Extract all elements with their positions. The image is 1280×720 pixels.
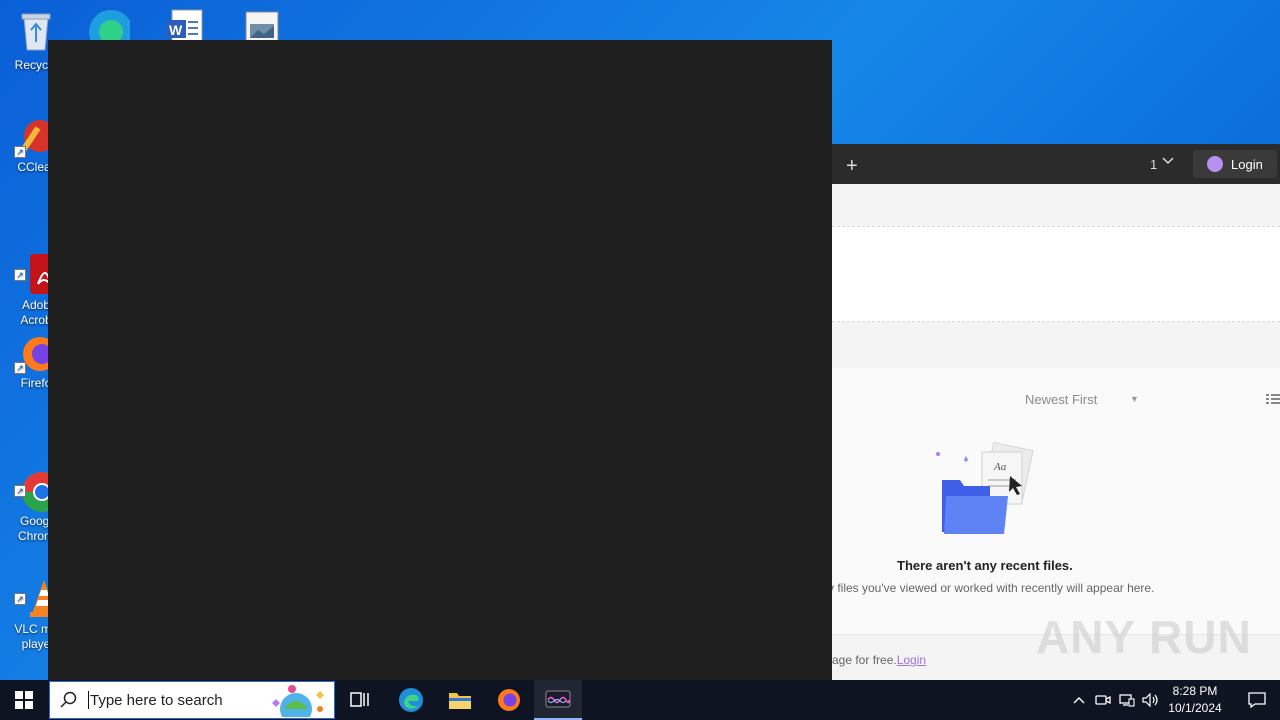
footer-login-link[interactable]: Login [897, 653, 926, 667]
dark-foreground-window[interactable] [48, 40, 832, 680]
action-center-button[interactable] [1234, 680, 1280, 720]
tab-count[interactable]: 1 [1150, 157, 1157, 172]
clock-time: 8:28 PM [1172, 684, 1218, 698]
login-button[interactable]: Login [1193, 150, 1277, 178]
empty-state-subtitle: y files you've viewed or worked with rec… [828, 581, 1155, 595]
footer-message-text: rage for free. [828, 653, 897, 667]
svg-text:Aa: Aa [993, 461, 1007, 473]
empty-folder-illustration-icon: Aa [932, 440, 1042, 540]
user-avatar-icon [1207, 156, 1223, 172]
notification-icon [1248, 692, 1266, 708]
taskbar-search-box[interactable]: Type here to search [49, 681, 335, 720]
svg-text:W: W [169, 22, 183, 38]
shortcut-arrow-icon: ↗ [14, 362, 26, 374]
file-drop-zone[interactable] [832, 226, 1280, 322]
background-app-window: + 1 Login Newest First ▼ Aa There aren't… [828, 144, 1280, 680]
new-tab-plus-icon[interactable]: + [846, 156, 858, 176]
tray-network[interactable] [1116, 680, 1138, 720]
footer-message: rage for free.Login [828, 653, 926, 667]
search-icon [50, 681, 88, 719]
taskbar-firefox-button[interactable] [485, 680, 533, 720]
toolbar-band [832, 184, 1280, 226]
network-icon [1119, 694, 1135, 707]
windows-logo-icon [15, 691, 33, 709]
taskbar-clock[interactable]: 8:28 PM 10/1/2024 [1158, 683, 1232, 717]
dropdown-arrow-icon[interactable]: ▼ [1130, 394, 1139, 404]
chevron-down-icon[interactable] [1162, 155, 1174, 170]
shortcut-arrow-icon: ↗ [14, 146, 26, 158]
meet-camera-icon [1095, 695, 1111, 705]
start-button[interactable] [0, 680, 48, 720]
search-highlight-art-icon [258, 683, 332, 720]
search-placeholder: Type here to search [90, 691, 223, 709]
anyrun-watermark: ANY RUN [1036, 611, 1252, 663]
taskbar-active-app-button[interactable] [534, 680, 582, 720]
edge-icon [399, 688, 423, 712]
taskbar-edge-button[interactable] [387, 680, 435, 720]
chevron-up-icon [1073, 697, 1085, 704]
firefox-icon [498, 689, 520, 711]
shortcut-arrow-icon: ↗ [14, 593, 26, 605]
shortcut-arrow-icon: ↗ [14, 485, 26, 497]
app-titlebar: + 1 Login [832, 144, 1280, 184]
list-view-icon[interactable] [1266, 392, 1280, 404]
taskbar: Type here to search 8:28 PM 10/1/2024 [0, 680, 1280, 720]
folder-icon [449, 693, 471, 709]
clock-date: 10/1/2024 [1168, 701, 1222, 715]
tray-meet-now[interactable] [1092, 680, 1114, 720]
section-band [832, 322, 1280, 368]
app-waveform-icon [545, 690, 571, 708]
sort-dropdown[interactable]: Newest First [1025, 392, 1097, 407]
text-caret [88, 691, 89, 709]
taskbar-file-explorer-button[interactable] [436, 680, 484, 720]
shortcut-arrow-icon: ↗ [14, 269, 26, 281]
tray-overflow-chevron[interactable] [1068, 680, 1090, 720]
task-view-icon [350, 692, 369, 707]
login-button-label: Login [1231, 156, 1263, 172]
task-view-button[interactable] [336, 680, 384, 720]
